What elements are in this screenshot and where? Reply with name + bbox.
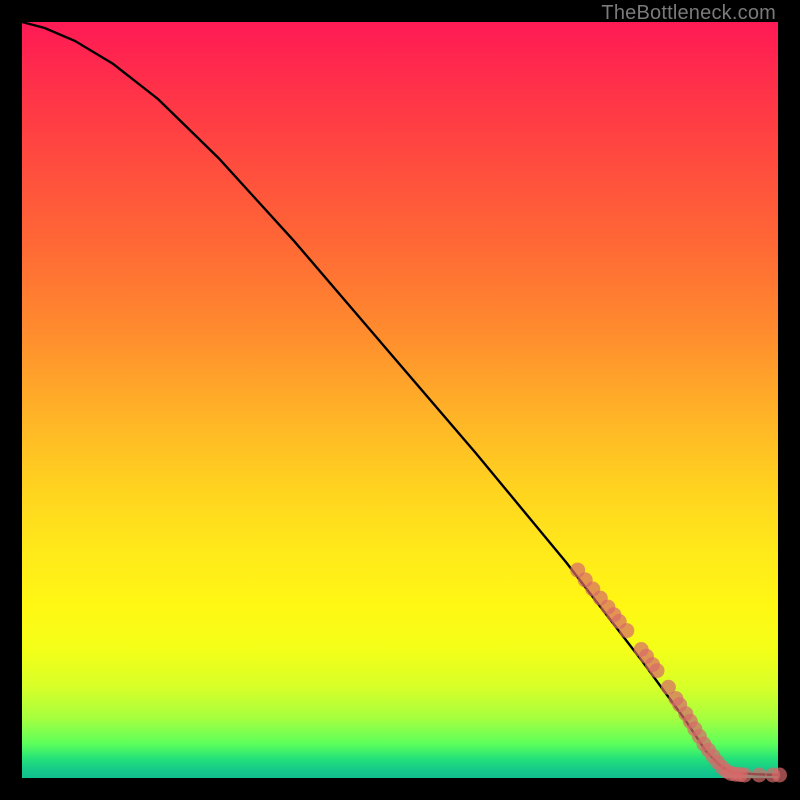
curve-line xyxy=(22,22,778,775)
chart-svg xyxy=(22,22,778,778)
data-dot xyxy=(737,768,752,783)
plot-area xyxy=(22,22,778,778)
data-dots xyxy=(570,563,787,783)
data-dot xyxy=(650,663,665,678)
data-dot xyxy=(619,623,634,638)
chart-stage: TheBottleneck.com xyxy=(0,0,800,800)
data-dot xyxy=(772,768,787,783)
data-dot xyxy=(752,768,767,783)
